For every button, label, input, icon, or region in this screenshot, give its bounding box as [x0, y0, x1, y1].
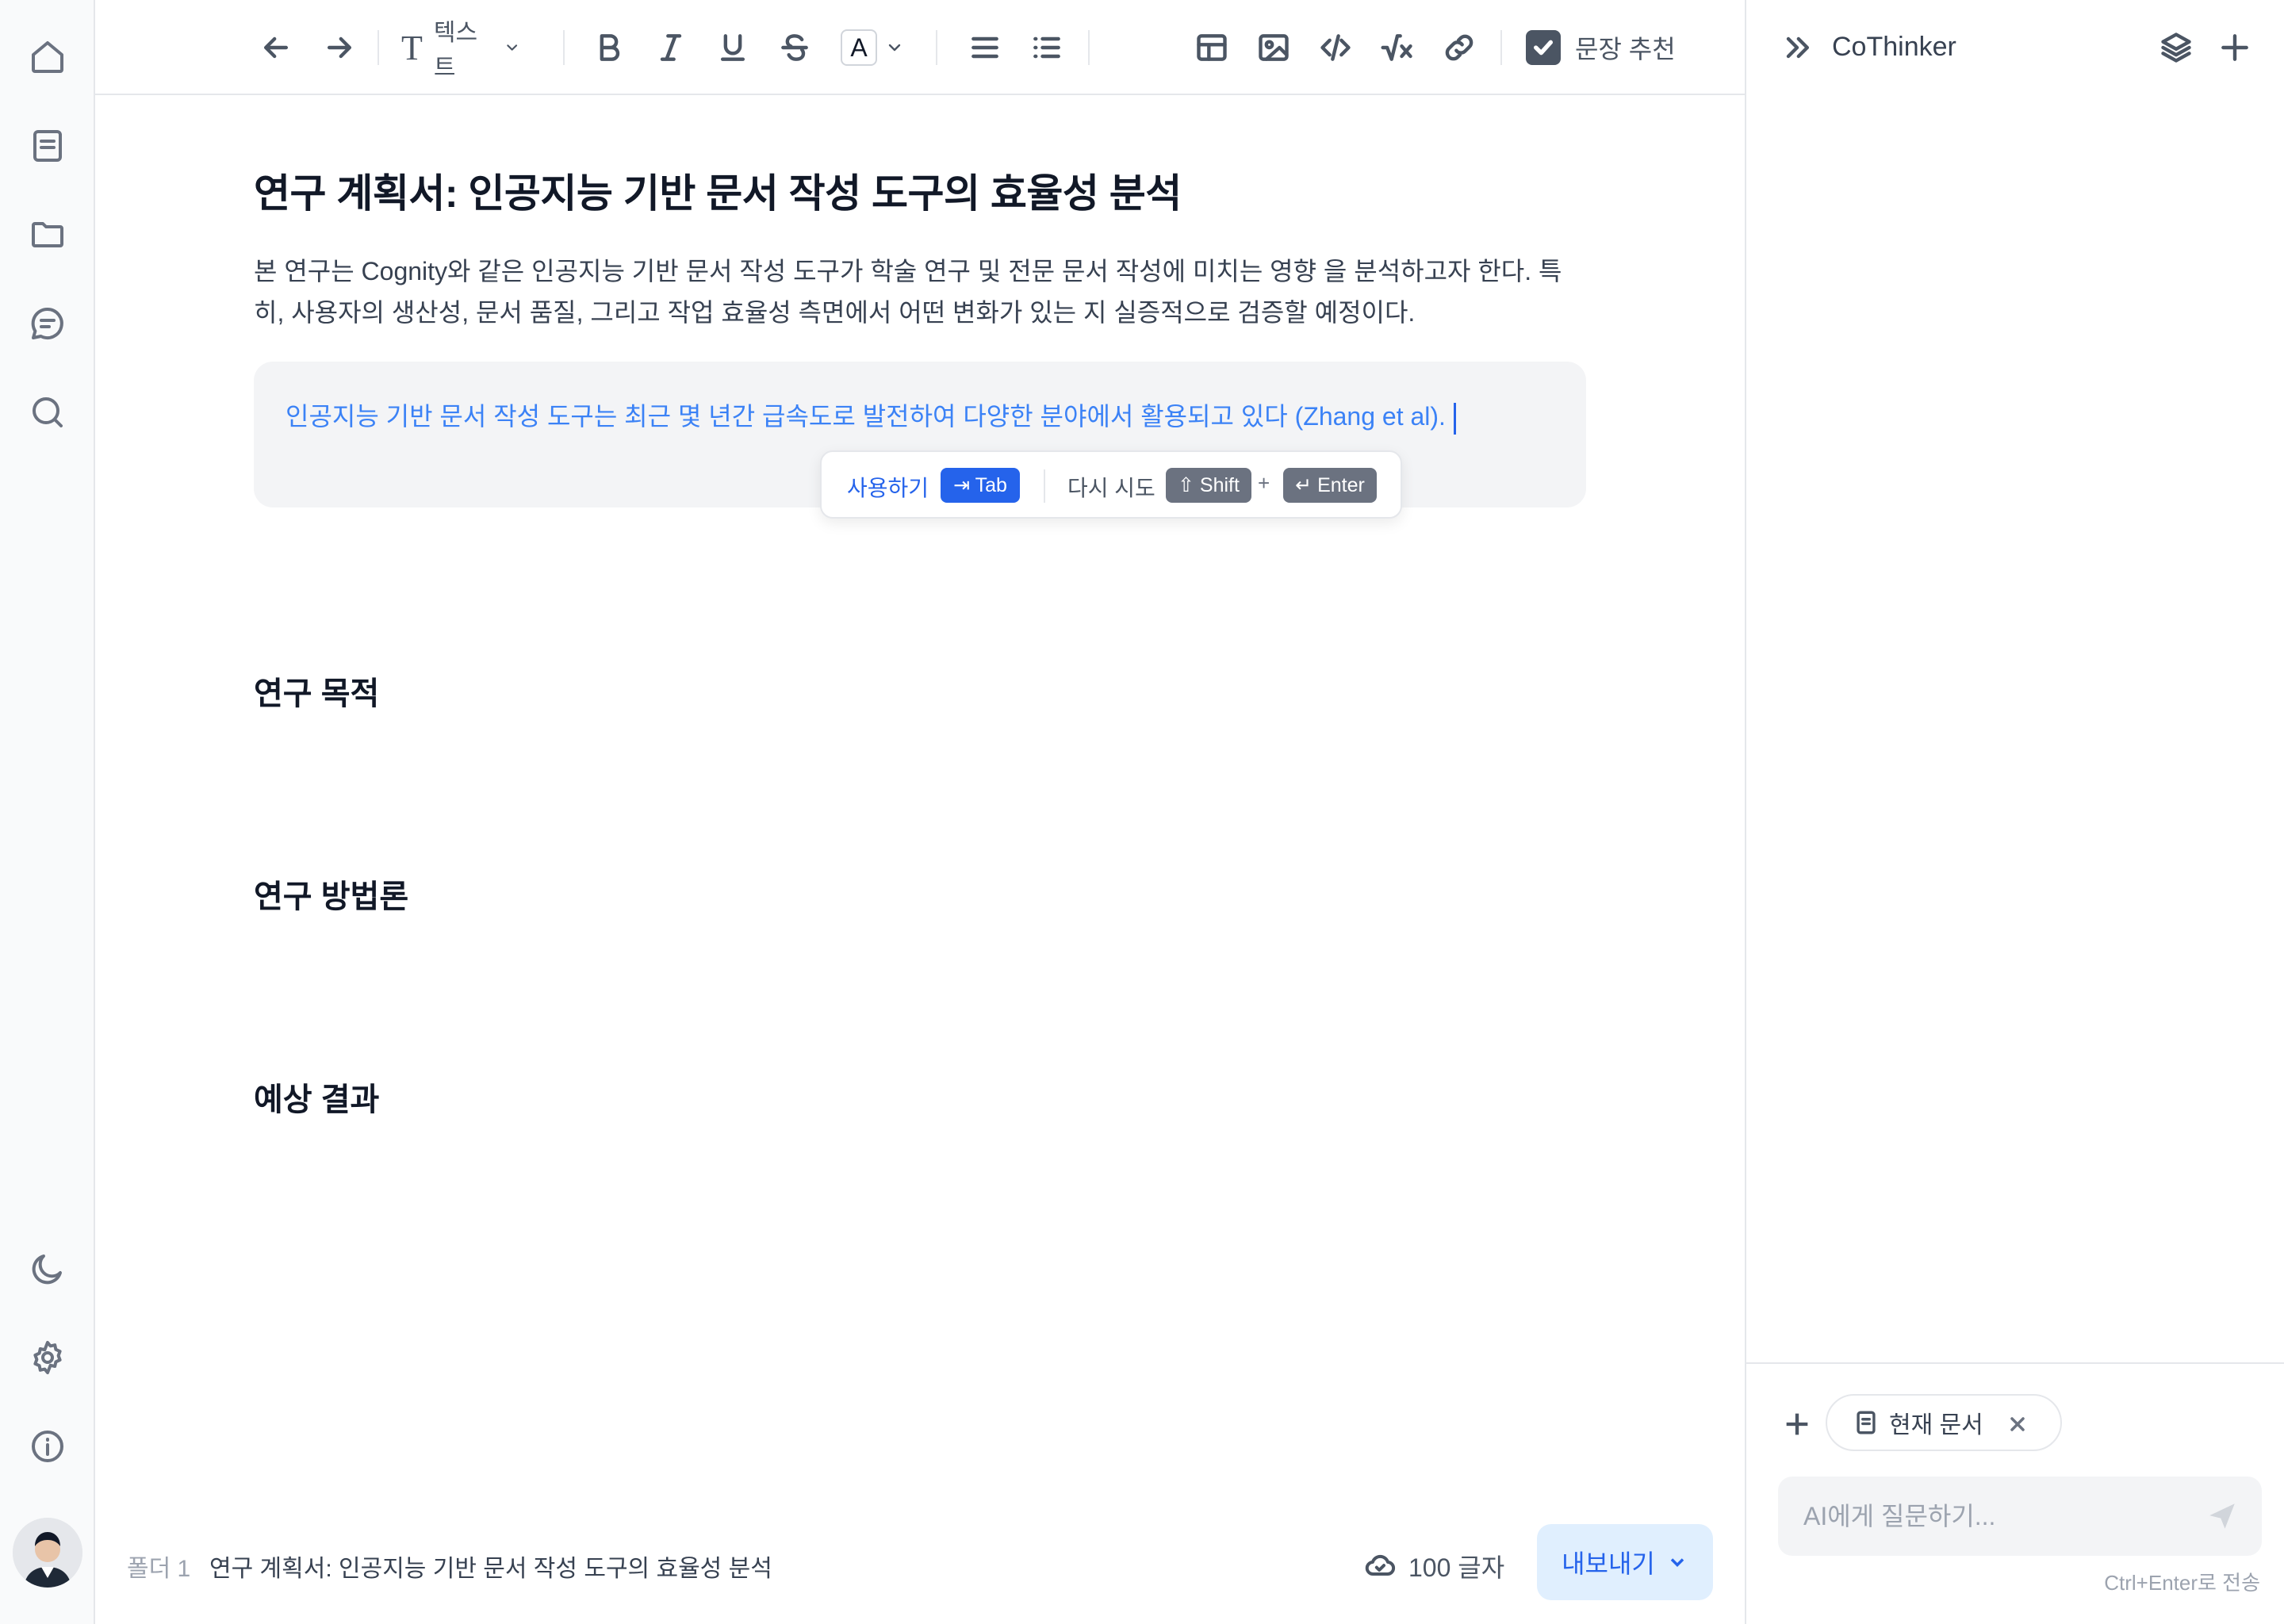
- formula-icon: [1381, 34, 1412, 61]
- export-button[interactable]: 내보내기: [1537, 1524, 1713, 1600]
- text-color-swatch: A: [841, 29, 877, 66]
- bullet-list-icon: [1033, 36, 1060, 59]
- section-heading[interactable]: 연구 목적: [254, 668, 379, 714]
- breadcrumb-document: 연구 계획서: 인공지능 기반 문서 작성 도구의 효율성 분석: [209, 1556, 772, 1582]
- word-count-label: 100 글자: [1408, 1553, 1505, 1582]
- home-icon[interactable]: [27, 36, 68, 78]
- layers-icon[interactable]: [2154, 25, 2198, 70]
- bold-icon: [600, 34, 620, 61]
- document-icon: [1857, 1411, 1876, 1434]
- suggestion-sentence: 인공지능 기반 문서 작성 도구는 최근 몇 년간 급속도로 발전하여 다양한 …: [286, 402, 1446, 431]
- folder-icon[interactable]: [27, 214, 68, 255]
- intro-paragraph[interactable]: 본 연구는 Cognity와 같은 인공지능 기반 문서 작성 도구가 학술 연…: [254, 251, 1570, 333]
- word-count: 100 글자: [1364, 1548, 1504, 1584]
- sentence-suggest-label: 문장 추천: [1575, 35, 1676, 63]
- italic-button[interactable]: [649, 25, 693, 70]
- chevron-down-icon: [1670, 1558, 1684, 1567]
- breadcrumb-folder[interactable]: 폴더 1: [127, 1549, 190, 1584]
- new-chat-plus-icon[interactable]: [2213, 25, 2257, 70]
- checkbox-checked-icon: [1526, 30, 1561, 65]
- insert-formula-button[interactable]: [1375, 25, 1420, 70]
- section-heading[interactable]: 연구 방법론: [254, 871, 408, 917]
- chevron-down-icon: [506, 44, 517, 51]
- align-lines-icon: [971, 36, 998, 59]
- redo-arrow-icon[interactable]: [317, 25, 362, 70]
- text-style-dropdown[interactable]: T 텍스트: [401, 20, 520, 81]
- text-cursor: [1453, 402, 1456, 435]
- gear-icon[interactable]: [27, 1337, 68, 1378]
- info-icon[interactable]: [27, 1426, 68, 1467]
- code-icon: [1320, 34, 1351, 61]
- panel-title: CoThinker: [1832, 32, 1956, 62]
- cothinker-panel: CoThinker 현재 문서 Ctrl+Enter로 전송: [1745, 0, 2284, 1624]
- text-type-icon: T: [401, 28, 423, 67]
- close-icon[interactable]: [2002, 1408, 2033, 1440]
- link-icon: [1445, 34, 1473, 61]
- sentence-suggest-toggle[interactable]: 문장 추천: [1526, 25, 1692, 70]
- toolbar-divider: [377, 30, 379, 65]
- shift-key-badge: ⇧ Shift: [1166, 468, 1251, 503]
- panel-divider: [1746, 1362, 2284, 1364]
- collapse-panel-icon[interactable]: [1775, 25, 1819, 70]
- align-button[interactable]: [963, 25, 1007, 70]
- toolbar-divider: [1500, 30, 1502, 65]
- undo-arrow-icon[interactable]: [254, 25, 298, 70]
- popup-divider: [1044, 469, 1045, 503]
- underline-icon: [720, 34, 745, 61]
- send-shortcut-hint: Ctrl+Enter로 전송: [2104, 1571, 2260, 1595]
- text-color-button[interactable]: A: [833, 25, 912, 70]
- panel-header: CoThinker: [1746, 0, 2284, 95]
- section-heading[interactable]: 예상 결과: [254, 1074, 379, 1120]
- moon-icon[interactable]: [27, 1248, 68, 1289]
- tab-key-badge: ⇥ Tab: [941, 468, 1020, 503]
- strikethrough-icon: [781, 34, 808, 61]
- insert-link-button[interactable]: [1437, 25, 1481, 70]
- underline-button[interactable]: [711, 25, 755, 70]
- table-icon: [1197, 34, 1227, 61]
- left-rail: [0, 0, 95, 1624]
- retry-suggestion-button[interactable]: 다시 시도: [1067, 471, 1155, 503]
- bold-button[interactable]: [587, 25, 631, 70]
- toolbar-divider: [936, 30, 937, 65]
- strikethrough-button[interactable]: [772, 25, 817, 70]
- export-label: 내보내기: [1562, 1549, 1655, 1578]
- search-icon[interactable]: [27, 392, 68, 433]
- context-chip-label: 현재 문서: [1889, 1412, 1983, 1438]
- send-icon[interactable]: [2200, 1494, 2244, 1538]
- key-combo-plus: +: [1258, 471, 1270, 495]
- text-style-label: 텍스트: [433, 20, 478, 81]
- chevron-down-icon: [888, 44, 901, 52]
- editor-toolbar: T 텍스트 A 문장 추천: [95, 0, 1745, 95]
- add-context-plus-icon[interactable]: [1775, 1402, 1819, 1446]
- bullet-list-button[interactable]: [1025, 25, 1069, 70]
- ai-question-input[interactable]: [1778, 1477, 2262, 1556]
- insert-table-button[interactable]: [1190, 25, 1234, 70]
- accept-suggestion-button[interactable]: 사용하기: [847, 471, 929, 503]
- insert-image-button[interactable]: [1251, 25, 1296, 70]
- document-title[interactable]: 연구 계획서: 인공지능 기반 문서 작성 도구의 효율성 분석: [254, 162, 1182, 219]
- current-document-chip[interactable]: 현재 문서: [1826, 1394, 2062, 1451]
- toolbar-divider: [1088, 30, 1090, 65]
- enter-key-badge: ↵ Enter: [1283, 468, 1377, 503]
- italic-icon: [660, 34, 682, 61]
- toolbar-divider: [563, 30, 565, 65]
- cloud-check-icon: [1365, 1554, 1396, 1576]
- image-icon: [1259, 34, 1289, 61]
- ai-suggestion-text[interactable]: 인공지능 기반 문서 작성 도구는 최근 몇 년간 급속도로 발전하여 다양한 …: [286, 396, 1456, 435]
- document-icon[interactable]: [27, 125, 68, 167]
- suggestion-popup: 사용하기 ⇥ Tab 다시 시도 ⇧ Shift + ↵ Enter: [820, 450, 1402, 519]
- insert-code-button[interactable]: [1313, 25, 1358, 70]
- chat-icon[interactable]: [27, 303, 68, 344]
- avatar[interactable]: [13, 1518, 82, 1588]
